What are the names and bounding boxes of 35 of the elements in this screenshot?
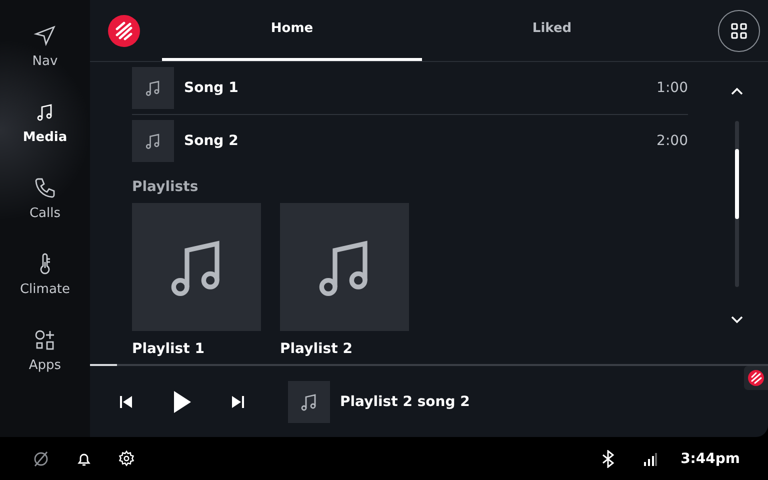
tab[interactable]: Liked — [422, 0, 682, 61]
navigation-arrow-icon — [33, 24, 57, 48]
apps-rail-button[interactable]: Apps — [0, 324, 90, 377]
section-heading: Playlists — [132, 179, 200, 195]
next-button[interactable] — [230, 394, 246, 410]
clock-time: 3:44pm — [680, 450, 740, 466]
settings-icon[interactable] — [118, 450, 135, 467]
bluetooth-icon — [600, 450, 615, 468]
scrollbar[interactable] — [735, 121, 739, 287]
song-title[interactable]: Song 1 — [184, 80, 238, 96]
playlist-cover[interactable] — [132, 203, 261, 331]
previous-button[interactable] — [118, 394, 134, 410]
app-grid-button[interactable] — [718, 10, 760, 52]
tab[interactable]: Home — [162, 0, 422, 61]
playlist-cover[interactable] — [280, 203, 409, 331]
signal-strength-icon — [642, 452, 657, 466]
play-button[interactable] — [171, 390, 193, 414]
apps-icon — [33, 328, 57, 352]
app-logo-icon — [108, 14, 140, 46]
song-duration: 1:00 — [656, 80, 688, 96]
playlist-title[interactable]: Playlist 2 — [280, 341, 409, 357]
phone-icon — [33, 176, 57, 200]
chevron-down-icon — [730, 315, 744, 325]
app-logo-icon[interactable] — [744, 366, 768, 390]
song-duration: 2:00 — [656, 133, 688, 149]
song-title[interactable]: Song 2 — [184, 133, 238, 149]
calls-rail-button[interactable]: Calls — [0, 172, 90, 225]
grid-icon — [730, 22, 748, 40]
media-rail-button[interactable]: Media — [0, 96, 90, 149]
chevron-up-icon — [730, 86, 744, 96]
nav-rail-button[interactable]: Nav — [0, 20, 90, 73]
playlist-title[interactable]: Playlist 1 — [132, 341, 261, 357]
climate-rail-button[interactable]: Climate — [0, 248, 90, 301]
track-title: Playlist 2 song 2 — [340, 394, 470, 410]
no-signal-icon[interactable] — [32, 450, 50, 468]
